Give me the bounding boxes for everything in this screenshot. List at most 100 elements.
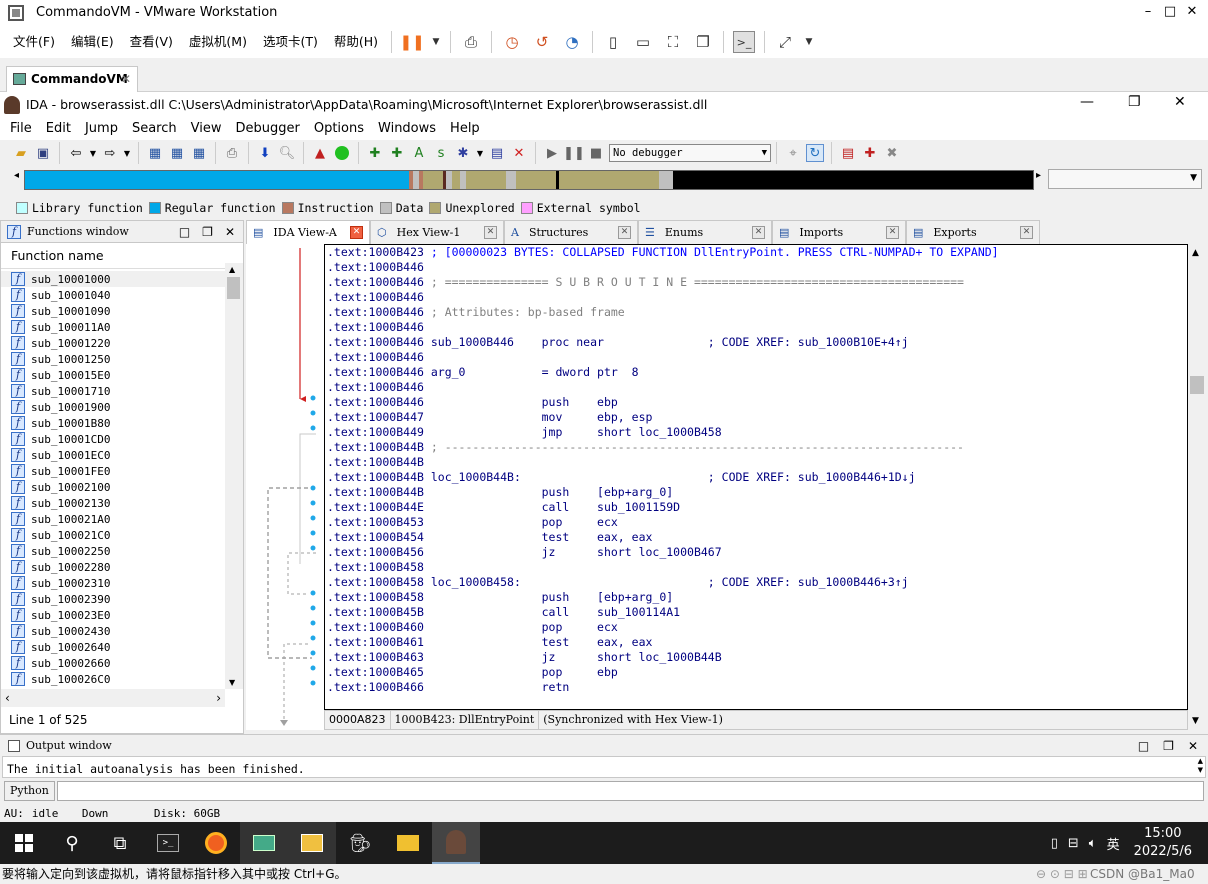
output-scroll-icon[interactable]: ▲ ▼ (1198, 757, 1203, 775)
unity-icon[interactable]: ❐ (692, 31, 714, 53)
clock[interactable]: 15:00 2022/5/6 (1134, 825, 1192, 861)
code-line[interactable]: .text:1000B44B loc_1000B44B: ; CODE XREF… (325, 470, 1187, 485)
notes-app-icon[interactable] (288, 822, 336, 864)
ida-menu-windows[interactable]: Windows (371, 118, 443, 140)
sidebar-icon[interactable]: ▯ (602, 31, 624, 53)
disassembly-vscrollbar[interactable]: ▲ ▼ (1188, 244, 1206, 730)
code-line[interactable]: .text:1000B456 jz short loc_1000B467 (325, 545, 1187, 560)
function-row[interactable]: f sub_10001B80 (1, 415, 225, 431)
close-icon[interactable]: ✕ (1188, 739, 1198, 753)
spy-app-icon[interactable]: 🕵︎ (336, 822, 384, 864)
ida-menu-edit[interactable]: Edit (39, 118, 78, 140)
function-row[interactable]: f sub_100021A0 (1, 511, 225, 527)
code-line[interactable]: .text:1000B45B call sub_100114A1 (325, 605, 1187, 620)
stop-debug-icon[interactable]: ■ (587, 144, 605, 162)
back-icon[interactable]: ⇦ (67, 144, 85, 162)
ime-indicator[interactable]: 英 (1107, 834, 1120, 853)
function-row[interactable]: f sub_10001250 (1, 351, 225, 367)
output-text-area[interactable]: The initial autoanalysis has been finish… (2, 756, 1206, 778)
start-debug-icon[interactable]: ▶ (543, 144, 561, 162)
jump-down-icon[interactable]: ⬇ (256, 144, 274, 162)
function-row[interactable]: f sub_100026C0 (1, 671, 225, 687)
function-row[interactable]: f sub_10001CD0 (1, 431, 225, 447)
scroll-thumb[interactable] (227, 277, 240, 299)
restore-icon[interactable]: ❐ (202, 225, 213, 239)
tab-enums[interactable]: ☰ Enums ✕ (638, 220, 772, 244)
code-line[interactable]: .text:1000B447 mov ebp, esp (325, 410, 1187, 425)
ida-menu-jump[interactable]: Jump (78, 118, 125, 140)
code-line[interactable]: .text:1000B453 pop ecx (325, 515, 1187, 530)
forward-icon[interactable]: ⇨ (101, 144, 119, 162)
code-line[interactable]: .text:1000B458 (325, 560, 1187, 575)
ida-app-icon[interactable] (432, 822, 480, 864)
tab-imports[interactable]: ▤ Imports ✕ (772, 220, 906, 244)
code-line[interactable]: .text:1000B44B push [ebp+arg_0] (325, 485, 1187, 500)
function-row[interactable]: f sub_10001900 (1, 399, 225, 415)
function-row[interactable]: f sub_10001FE0 (1, 463, 225, 479)
segment-icon[interactable]: s (432, 144, 450, 162)
bookmark-dropdown-icon[interactable]: ▼ (476, 144, 484, 162)
breakpoint-list-icon[interactable]: ▤ (839, 144, 857, 162)
function-row[interactable]: f sub_10001040 (1, 287, 225, 303)
close-icon[interactable]: ✕ (618, 226, 631, 239)
scroll-up-icon[interactable]: ▲ (1192, 248, 1199, 258)
navigation-band[interactable]: ◂ ▸ ▼ (0, 166, 1208, 194)
code-line[interactable]: .text:1000B446 (325, 290, 1187, 305)
breakpoint-remove-icon[interactable]: ✖ (883, 144, 901, 162)
code-line[interactable]: .text:1000B463 jz short loc_1000B44B (325, 650, 1187, 665)
tab-exports[interactable]: ▤ Exports ✕ (906, 220, 1040, 244)
ida-menu-file[interactable]: File (3, 118, 39, 140)
code-line[interactable]: .text:1000B461 test eax, eax (325, 635, 1187, 650)
decimal-icon[interactable]: ▦ (190, 144, 208, 162)
scroll-right-icon[interactable]: › (216, 691, 221, 705)
back-dropdown-icon[interactable]: ▼ (89, 144, 97, 162)
battery-icon[interactable]: ▯ (1051, 836, 1058, 851)
bookmark-icon[interactable]: ✱ (454, 144, 472, 162)
debugger-select[interactable]: No debugger ▼ (609, 144, 771, 162)
snapshot-manager-icon[interactable]: ◔ (561, 31, 583, 53)
function-row[interactable]: f sub_10002130 (1, 495, 225, 511)
function-row[interactable]: f sub_10002100 (1, 479, 225, 495)
ida-menu-search[interactable]: Search (125, 118, 184, 140)
python-button[interactable]: Python (4, 781, 55, 801)
function-row[interactable]: f sub_100023E0 (1, 607, 225, 623)
command-input[interactable] (56, 781, 1204, 801)
vm-menu-vm[interactable]: 虚拟机(M) (181, 26, 255, 58)
code-line[interactable]: .text:1000B446 arg_0 = dword ptr 8 (325, 365, 1187, 380)
code-line[interactable]: .text:1000B449 jmp short loc_1000B458 (325, 425, 1187, 440)
tab-ida-view-a[interactable]: ▤ IDA View-A ✕ (246, 220, 370, 244)
function-row[interactable]: f sub_100011A0 (1, 319, 225, 335)
vm-menu-help[interactable]: 帮助(H) (326, 26, 386, 58)
function-row[interactable]: f sub_10002640 (1, 639, 225, 655)
send-ctrl-alt-del-icon[interactable]: ⎙ (460, 31, 482, 53)
close-icon[interactable]: ✕ (225, 225, 235, 239)
device-icons[interactable]: ⊖ ⊙ ⊟ ⊞ (1036, 864, 1088, 884)
ida-maximize-button[interactable]: ❐ (1128, 94, 1141, 110)
vm-menu-tabs[interactable]: 选项卡(T) (255, 26, 326, 58)
network-icon[interactable]: ⊟ (1068, 836, 1079, 851)
volume-icon[interactable]: 🔈︎ (1089, 836, 1097, 851)
code-line[interactable]: .text:1000B465 pop ebp (325, 665, 1187, 680)
nav-right-arrow-icon[interactable]: ▸ (1036, 170, 1041, 181)
vm-menu-view[interactable]: 查看(V) (122, 26, 181, 58)
vm-menu-edit[interactable]: 编辑(E) (63, 26, 122, 58)
code-line[interactable]: .text:1000B446 sub_1000B446 proc near ; … (325, 335, 1187, 350)
task-view-icon[interactable]: ⧉ (96, 822, 144, 864)
graph-icon[interactable]: ▲ (311, 144, 329, 162)
thumbnail-icon[interactable]: ▭ (632, 31, 654, 53)
function-row[interactable]: f sub_10002280 (1, 559, 225, 575)
search-icon[interactable]: 🔍︎ (278, 144, 296, 162)
float-icon[interactable]: □ (1138, 739, 1149, 753)
function-row[interactable]: f sub_10002310 (1, 575, 225, 591)
add-enum-icon[interactable]: ✚ (388, 144, 406, 162)
fullscreen-icon[interactable]: ⛶ (662, 31, 684, 53)
pause-icon[interactable]: ❚❚ (399, 31, 424, 53)
terminal-app-icon[interactable]: >_ (144, 822, 192, 864)
scroll-up-icon[interactable]: ▲ (229, 265, 235, 274)
nav-left-arrow-icon[interactable]: ◂ (14, 170, 19, 181)
open-icon[interactable]: ▰ (12, 144, 30, 162)
code-line[interactable]: .text:1000B44B ; -----------------------… (325, 440, 1187, 455)
function-row[interactable]: f sub_10001EC0 (1, 447, 225, 463)
function-row[interactable]: f sub_100021C0 (1, 527, 225, 543)
ida-minimize-button[interactable]: — (1080, 94, 1094, 110)
